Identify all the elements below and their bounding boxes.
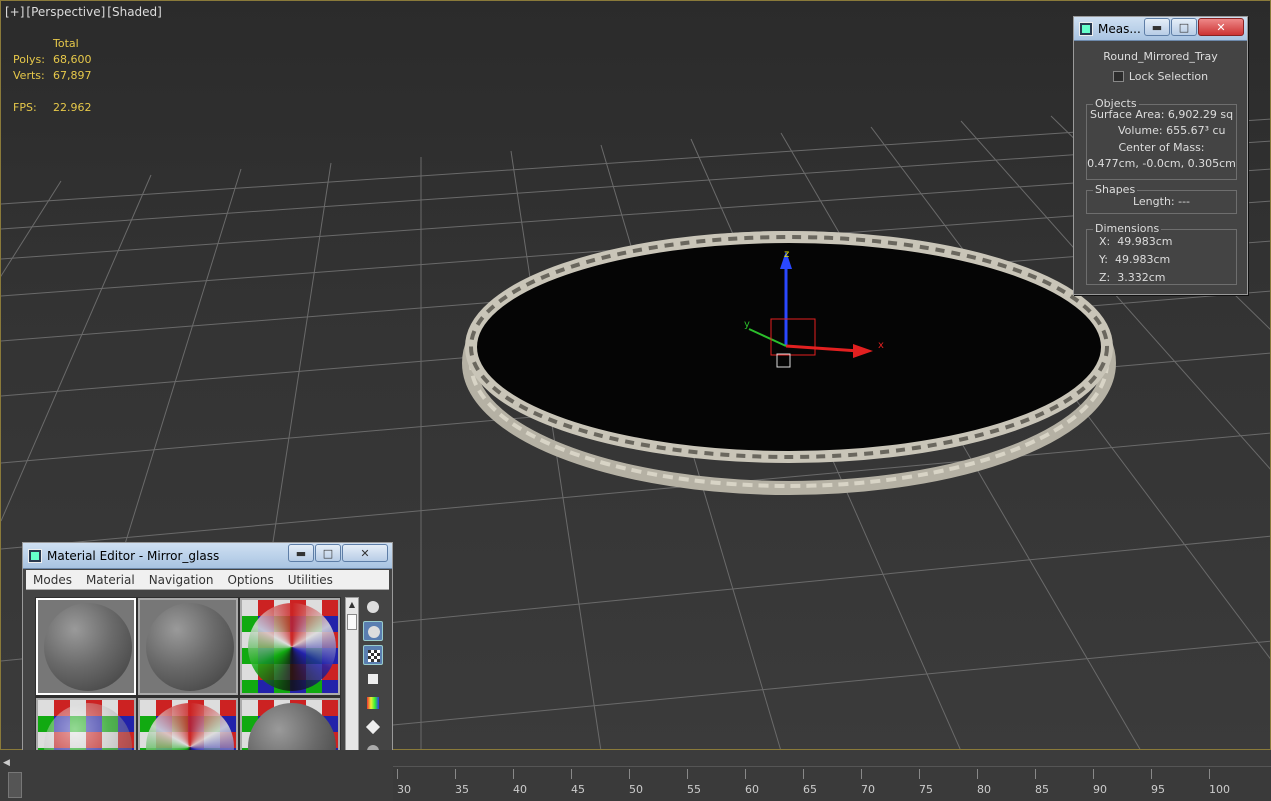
timeline-tick-label: 100 xyxy=(1209,769,1230,796)
viewport-shading[interactable]: [Shaded] xyxy=(107,5,162,19)
scroll-up-icon[interactable]: ▲ xyxy=(346,598,358,612)
verts-value: 67,897 xyxy=(53,69,92,82)
center-of-mass-value: 0.477cm, -0.0cm, 0.305cm xyxy=(1087,157,1236,170)
viewport-statistics: Total Polys: 68,600 Verts: 67,897 FPS: 22.9… xyxy=(13,36,92,116)
timeline-tick-label: 70 xyxy=(861,769,875,796)
color-check-icon xyxy=(367,697,379,709)
video-color-check-button[interactable] xyxy=(363,693,383,713)
material-slot[interactable] xyxy=(36,598,136,695)
measure-dialog[interactable]: Meas... ▬ □ ✕ Round_Mirrored_Tray Lock S… xyxy=(1073,16,1248,295)
menu-material[interactable]: Material xyxy=(79,573,142,587)
timeline-ruler[interactable]: 30 35 40 45 50 55 60 65 70 75 80 85 90 95 100 xyxy=(393,766,1271,801)
timeline-tick-label: 50 xyxy=(629,769,643,796)
viewport-label[interactable]: [+] [Perspective] [Shaded] xyxy=(5,5,164,19)
dimension-z-value: 3.332cm xyxy=(1117,271,1166,284)
dimension-z-label: Z: xyxy=(1099,271,1111,284)
sample-sphere xyxy=(146,603,234,691)
tiling-icon xyxy=(368,674,378,684)
shape-length: Length: --- xyxy=(1132,195,1191,208)
menu-navigation[interactable]: Navigation xyxy=(142,573,221,587)
menu-utilities[interactable]: Utilities xyxy=(281,573,340,587)
background-button[interactable] xyxy=(363,645,383,665)
lock-selection-label: Lock Selection xyxy=(1128,70,1209,83)
uv-tiling-button[interactable] xyxy=(363,669,383,689)
center-of-mass-label: Center of Mass: xyxy=(1118,141,1205,154)
fps-value: 22.962 xyxy=(53,101,92,114)
backlight-icon xyxy=(368,626,380,638)
lock-selection-checkbox[interactable]: Lock Selection xyxy=(1074,70,1247,83)
dimension-y-value: 49.983cm xyxy=(1114,253,1171,266)
dimension-y: Y: 49.983cm xyxy=(1087,251,1236,269)
volume: Volume: 655.67³ cu xyxy=(1118,124,1226,137)
timeline-tick-label: 75 xyxy=(919,769,933,796)
sample-sphere xyxy=(44,603,132,691)
minimize-button[interactable]: ▬ xyxy=(1144,18,1170,36)
material-slot[interactable] xyxy=(138,598,238,695)
timeline-tick-label: 30 xyxy=(397,769,411,796)
timeline-tick-label: 85 xyxy=(1035,769,1049,796)
viewport-menu[interactable]: [+] xyxy=(5,5,24,19)
sample-sphere xyxy=(248,603,336,691)
objects-group: Objects Surface Area: 6,902.29 sq Volume… xyxy=(1086,97,1237,180)
timeline-tick-label: 80 xyxy=(977,769,991,796)
polys-value: 68,600 xyxy=(53,53,92,66)
timeline-tick-label: 65 xyxy=(803,769,817,796)
menu-options[interactable]: Options xyxy=(220,573,280,587)
scroll-thumb[interactable] xyxy=(347,614,357,630)
maximize-button[interactable]: □ xyxy=(1171,18,1197,36)
timeline-left-arrow-icon[interactable]: ◀ xyxy=(3,758,10,768)
timeline-tick-label: 90 xyxy=(1093,769,1107,796)
close-button[interactable]: ✕ xyxy=(342,544,388,562)
timeline[interactable]: ◀ 30 35 40 45 50 55 60 65 70 75 80 85 90 95 100 xyxy=(0,750,1271,801)
measure-title: Meas... xyxy=(1098,21,1141,36)
shapes-group: Shapes Length: --- xyxy=(1086,183,1237,214)
sphere-icon xyxy=(367,601,379,613)
gizmo-z-label: z xyxy=(784,249,789,260)
timeline-tick-label: 40 xyxy=(513,769,527,796)
sample-type-button[interactable] xyxy=(363,597,383,617)
gizmo-y-label: y xyxy=(744,319,750,330)
close-button[interactable]: ✕ xyxy=(1198,18,1244,36)
app-icon xyxy=(28,548,42,563)
object-name: Round_Mirrored_Tray xyxy=(1103,50,1218,63)
measure-titlebar[interactable]: Meas... ▬ □ ✕ xyxy=(1074,17,1247,41)
objects-group-title: Objects xyxy=(1093,97,1139,110)
maximize-button[interactable]: □ xyxy=(315,544,341,562)
material-slot[interactable] xyxy=(240,598,340,695)
menu-modes[interactable]: Modes xyxy=(26,573,79,587)
backlight-button[interactable] xyxy=(363,621,383,641)
material-editor-titlebar[interactable]: Material Editor - Mirror_glass ▬ □ ✕ xyxy=(23,543,392,569)
polys-label: Polys: xyxy=(13,53,45,66)
material-editor-title: Material Editor - Mirror_glass xyxy=(47,548,220,563)
dimension-y-label: Y: xyxy=(1099,253,1108,266)
viewport-pov[interactable]: [Perspective] xyxy=(26,5,105,19)
checker-icon xyxy=(368,650,380,662)
timeline-tick-label: 95 xyxy=(1151,769,1165,796)
make-preview-button[interactable] xyxy=(363,717,383,737)
checkbox-icon[interactable] xyxy=(1112,71,1124,82)
stats-header: Total xyxy=(53,37,79,50)
timeline-tick-label: 55 xyxy=(687,769,701,796)
timeline-tick-label: 35 xyxy=(455,769,469,796)
fps-label: FPS: xyxy=(13,101,37,114)
dimensions-group-title: Dimensions xyxy=(1093,222,1162,235)
dimension-z: Z: 3.332cm xyxy=(1087,269,1236,287)
minimize-button[interactable]: ▬ xyxy=(288,544,314,562)
shapes-group-title: Shapes xyxy=(1093,183,1138,196)
app-icon xyxy=(1079,21,1093,36)
gizmo-x-label: x xyxy=(878,340,884,351)
material-editor-menubar: Modes Material Navigation Options Utilit… xyxy=(26,570,389,590)
dimension-x-value: 49.983cm xyxy=(1117,235,1173,248)
timeline-tick-label: 60 xyxy=(745,769,759,796)
timeline-toggle-button[interactable] xyxy=(8,772,22,798)
dimension-x-label: X: xyxy=(1099,235,1111,248)
dimension-x: X: 49.983cm xyxy=(1087,233,1236,251)
preview-icon xyxy=(365,719,381,735)
dimensions-group: Dimensions X: 49.983cm Y: 49.983cm Z: 3.… xyxy=(1086,222,1237,287)
timeline-tick-label: 45 xyxy=(571,769,585,796)
verts-label: Verts: xyxy=(13,69,45,82)
